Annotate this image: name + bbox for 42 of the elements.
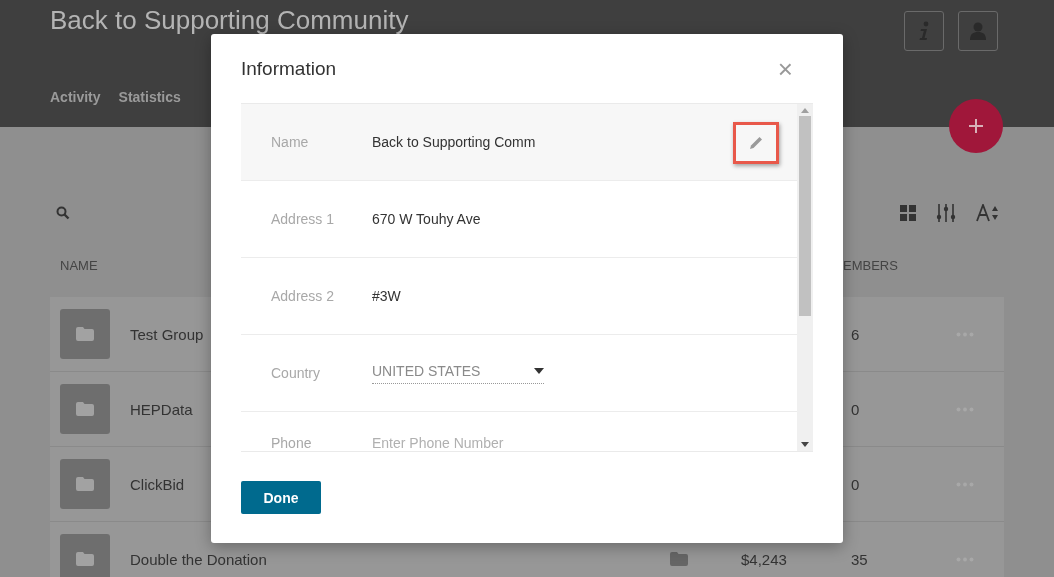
member-count: 6 (851, 325, 861, 343)
field-value: 670 W Touhy Ave (372, 211, 481, 227)
scroll-down-icon[interactable] (801, 442, 809, 447)
scrollbar[interactable] (797, 104, 813, 451)
folder-icon (76, 402, 94, 416)
folder-icon (76, 552, 94, 566)
column-header: NAME (60, 258, 98, 273)
country-dropdown[interactable]: UNITED STATES (372, 362, 544, 384)
close-button[interactable]: × (777, 55, 813, 82)
filter-sliders-icon[interactable] (936, 203, 956, 223)
member-count: 0 (851, 400, 861, 418)
field-value: Back to Supporting Comm (372, 134, 536, 150)
search-icon[interactable] (56, 206, 70, 220)
nav-tab[interactable]: Statistics (118, 89, 181, 105)
field-label: Address 2 (271, 287, 336, 306)
folder-icon (670, 552, 688, 566)
column-header: EMBERS (843, 258, 898, 273)
folder-icon (76, 477, 94, 491)
field-label: Country (271, 364, 322, 383)
add-button[interactable] (949, 99, 1003, 153)
scroll-up-icon[interactable] (801, 108, 809, 113)
dialog-title: Information (241, 57, 337, 80)
edit-button[interactable] (733, 122, 779, 164)
amount-text: $4,243 (741, 550, 787, 568)
field-label: Name (271, 133, 310, 152)
caret-icon (534, 367, 544, 374)
field-value: #3W (372, 288, 401, 304)
page-title: Back to Supporting Community (50, 7, 409, 33)
folder-icon (76, 327, 94, 341)
member-count: 0 (851, 475, 861, 493)
sort-icon[interactable] (976, 204, 1000, 222)
plus-icon (967, 117, 985, 135)
field-label: Address 1 (271, 210, 336, 229)
pencil-icon (748, 135, 764, 151)
nav-tab[interactable]: Activity (50, 89, 101, 105)
profile-button[interactable] (958, 11, 998, 51)
member-count: 35 (851, 550, 869, 568)
info-button[interactable] (904, 11, 944, 51)
grid-view-icon[interactable] (900, 205, 916, 221)
done-button[interactable]: Done (241, 481, 321, 514)
field-label: Phone (271, 434, 313, 451)
group-name[interactable]: Double the Donation (130, 550, 650, 568)
